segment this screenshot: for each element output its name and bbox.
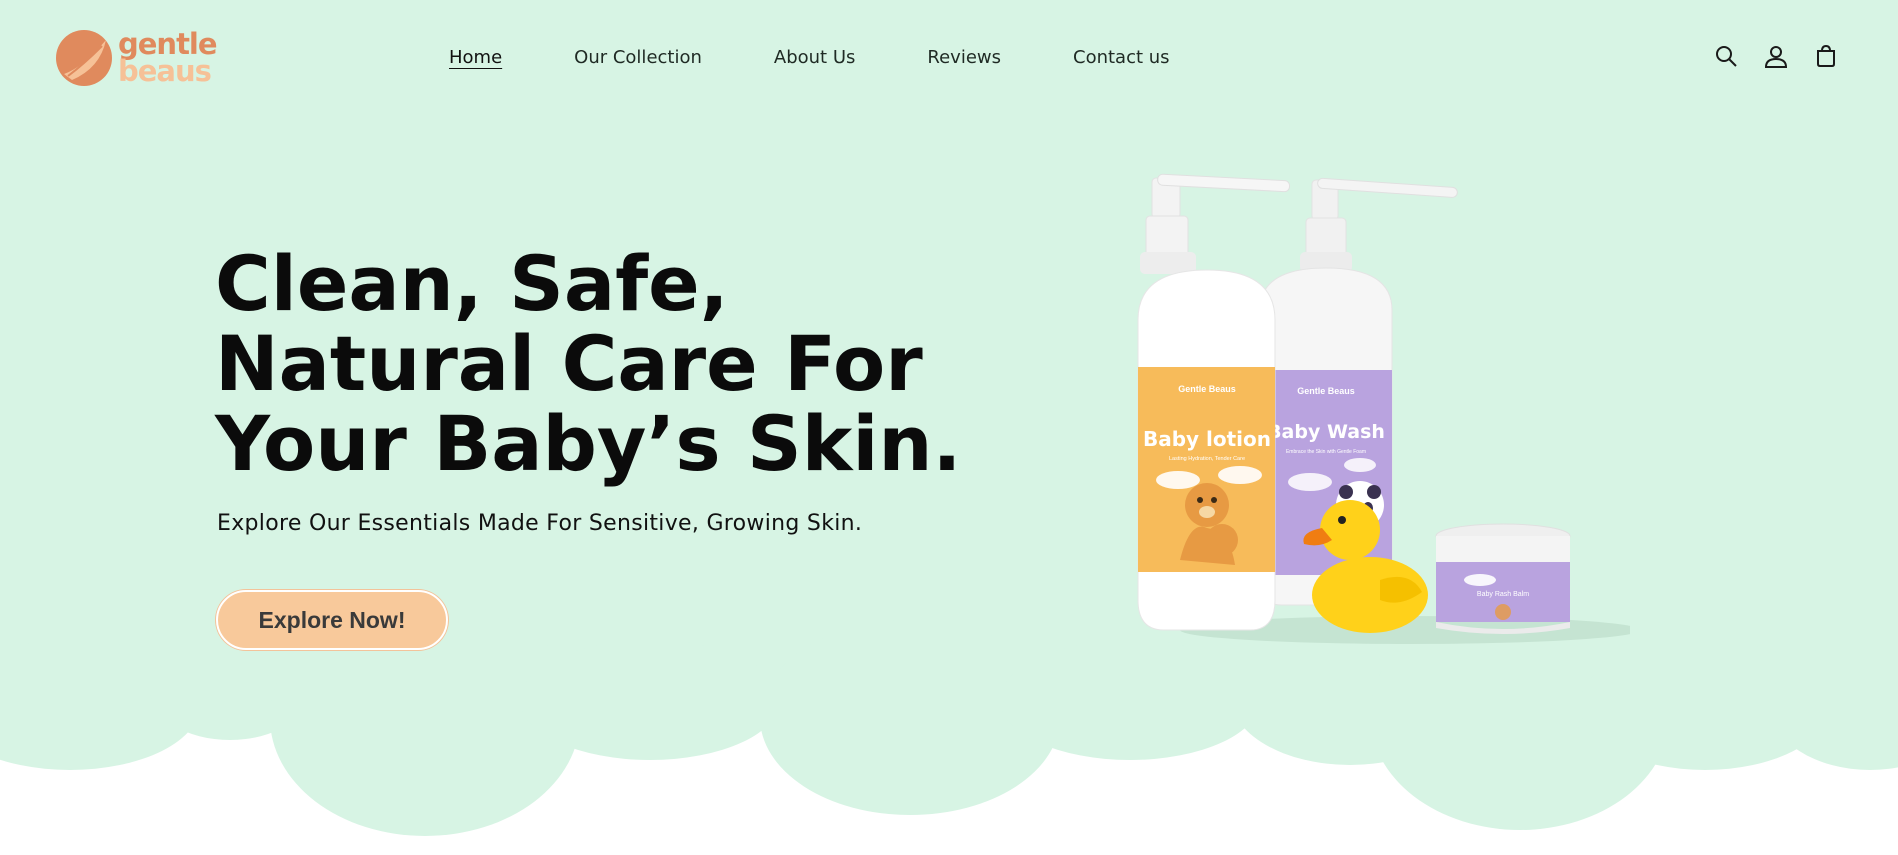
main-nav: Home Our Collection About Us Reviews Con…	[449, 47, 1242, 68]
headline-line-1: Clean, Safe,	[215, 239, 729, 328]
logo-line-2: beaus	[118, 54, 212, 88]
nav-our-collection[interactable]: Our Collection	[574, 47, 702, 68]
nav-home[interactable]: Home	[449, 47, 502, 68]
search-icon[interactable]	[1714, 44, 1738, 68]
headline-line-2: Natural Care For	[215, 319, 923, 408]
brand-logo[interactable]: gentle beaus	[54, 28, 218, 88]
lotion-name: Baby lotion	[1143, 427, 1271, 451]
hero-headline: Clean, Safe, Natural Care For Your Baby’…	[215, 244, 961, 484]
wash-name: Baby Wash	[1267, 421, 1385, 443]
nav-about-us[interactable]: About Us	[774, 47, 856, 68]
lotion-tagline: Lasting Hydration, Tender Care	[1169, 456, 1245, 462]
balm-name: Baby Rash Balm	[1477, 591, 1529, 598]
logo-wordmark: gentle beaus	[118, 30, 218, 88]
header-actions	[1714, 44, 1838, 68]
wash-brand: Gentle Beaus	[1297, 386, 1355, 396]
product-illustration: Gentle Beaus Baby Wash Embrace the Skin …	[1137, 173, 1630, 644]
wash-tagline: Embrace the Skin with Gentle Foam	[1286, 449, 1366, 455]
baby-rash-balm-jar: Baby Rash Balm	[1435, 523, 1571, 634]
nav-reviews[interactable]: Reviews	[927, 47, 1001, 68]
lotion-brand: Gentle Beaus	[1178, 384, 1236, 394]
logo-leaf-icon	[56, 30, 112, 86]
headline-line-3: Your Baby’s Skin.	[215, 399, 962, 488]
site-header: gentle beaus Home Our Collection About U…	[0, 0, 1898, 118]
explore-now-button[interactable]: Explore Now!	[216, 590, 448, 650]
cart-icon[interactable]	[1814, 44, 1838, 68]
hero-subheadline: Explore Our Essentials Made For Sensitiv…	[217, 511, 863, 536]
nav-contact-us[interactable]: Contact us	[1073, 47, 1170, 68]
account-icon[interactable]	[1764, 44, 1788, 68]
